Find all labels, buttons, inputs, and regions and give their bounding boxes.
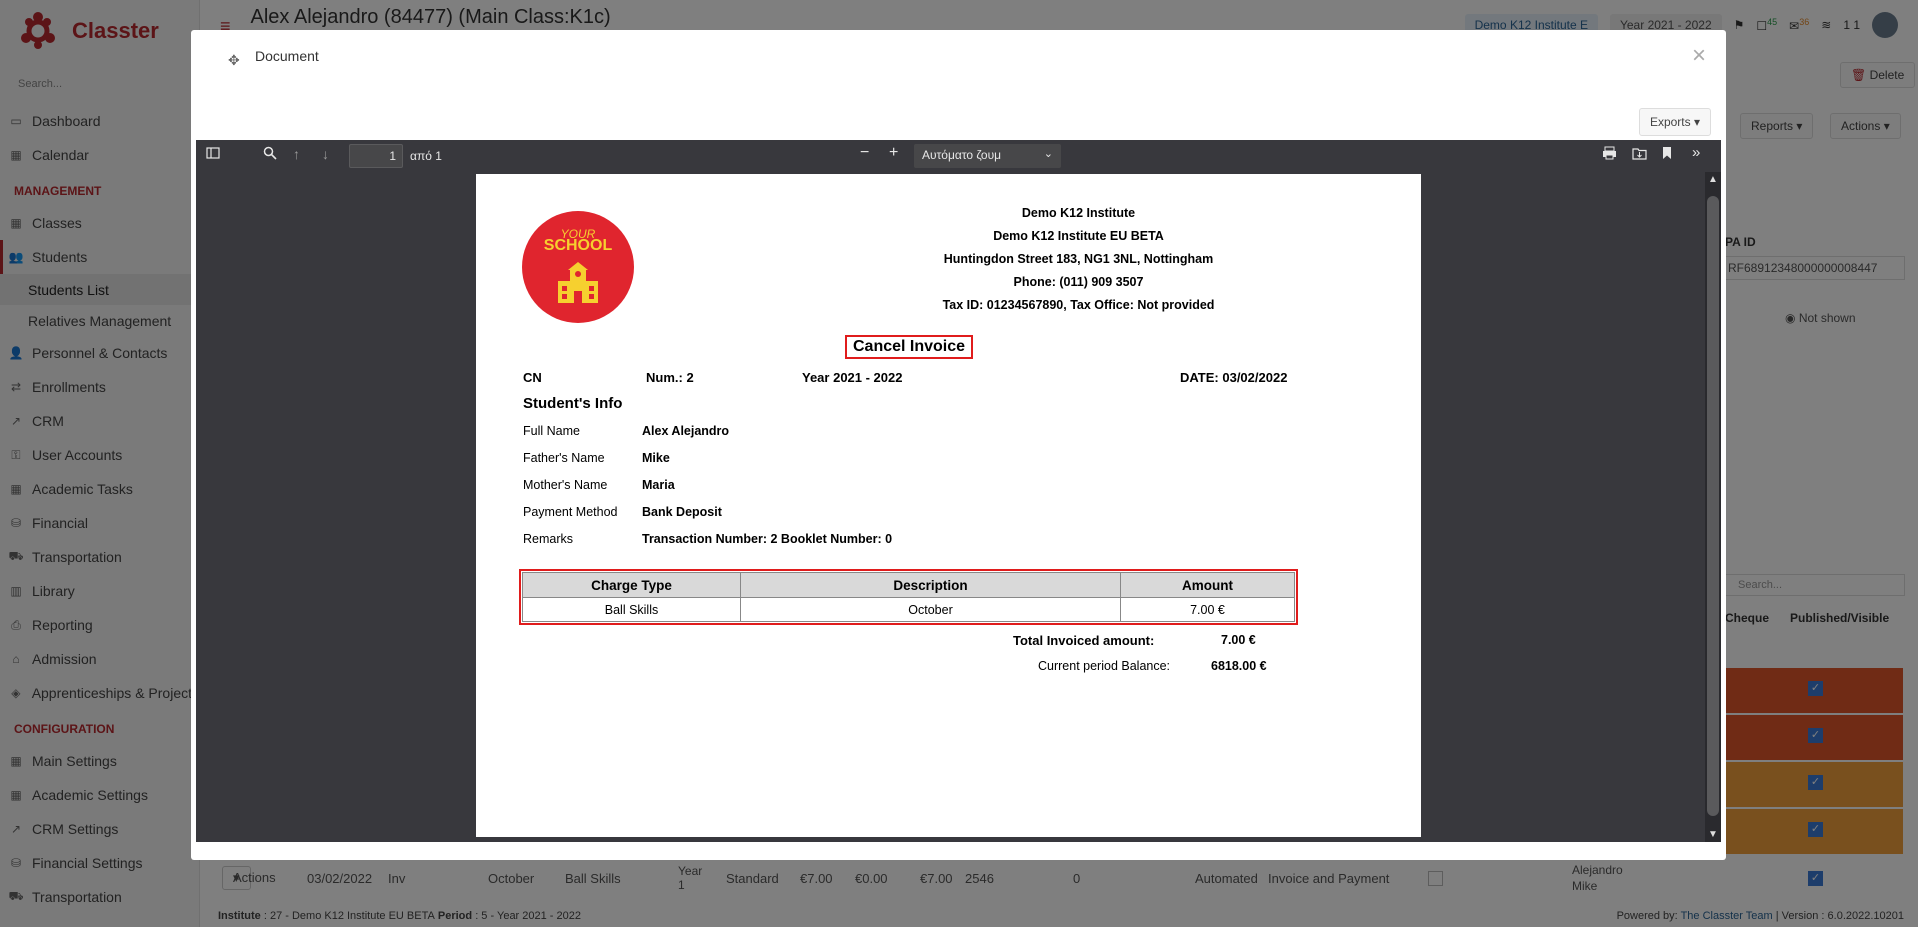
invoice-year: Year 2021 - 2022 bbox=[802, 370, 903, 385]
institute-line-3: Huntingdon Street 183, NG1 3NL, Nottingh… bbox=[943, 252, 1214, 266]
field-value-payment: Bank Deposit bbox=[642, 505, 722, 519]
field-label-full-name: Full Name bbox=[523, 424, 580, 438]
field-label-mother: Mother's Name bbox=[523, 478, 608, 492]
cell-amount: 7.00 € bbox=[1120, 597, 1295, 622]
field-value-full-name: Alex Alejandro bbox=[642, 424, 730, 438]
modal-header: ✥ Document × bbox=[191, 30, 1726, 120]
chevron-down-icon: ⌄ bbox=[1043, 148, 1053, 160]
col-description: Description bbox=[740, 572, 1121, 598]
field-label-remarks: Remarks bbox=[523, 532, 574, 546]
field-value-mother: Maria bbox=[642, 478, 675, 492]
page-number-input[interactable]: 1 bbox=[349, 144, 403, 168]
cell-description: October bbox=[740, 597, 1121, 622]
balance-value: 6818.00 € bbox=[1211, 659, 1267, 673]
page-count: από 1 bbox=[410, 149, 442, 163]
sidebar-toggle-icon[interactable] bbox=[206, 146, 220, 163]
exports-button[interactable]: Exports ▾ bbox=[1638, 108, 1711, 136]
zoom-out-icon[interactable]: − bbox=[860, 144, 869, 162]
student-info-title: Student's Info bbox=[523, 395, 623, 412]
field-value-father: Mike bbox=[642, 451, 670, 465]
close-icon[interactable]: × bbox=[1692, 42, 1706, 70]
scroll-down-icon[interactable]: ▼ bbox=[1708, 829, 1718, 840]
previous-page-icon[interactable]: ↑ bbox=[293, 146, 300, 162]
zoom-in-icon[interactable]: + bbox=[889, 144, 898, 162]
charges-table: Charge Type Description Amount Ball Skil… bbox=[519, 569, 1298, 625]
pdf-toolbar: ↑ ↓ 1 από 1 − + Αυτόματο ζουμ ⌄ » bbox=[196, 140, 1721, 172]
balance-label: Current period Balance: bbox=[1038, 659, 1171, 673]
zoom-select[interactable]: Αυτόματο ζουμ ⌄ bbox=[914, 144, 1061, 168]
field-label-father: Father's Name bbox=[523, 451, 605, 465]
move-icon[interactable]: ✥ bbox=[228, 52, 240, 69]
search-icon[interactable] bbox=[263, 146, 277, 163]
school-building-icon bbox=[558, 262, 598, 303]
cell-charge-type: Ball Skills bbox=[522, 597, 741, 622]
scrollbar-thumb[interactable] bbox=[1707, 196, 1719, 816]
col-charge-type: Charge Type bbox=[522, 572, 741, 598]
field-value-remarks: Transaction Number: 2 Booklet Number: 0 bbox=[642, 532, 893, 546]
exports-label: Exports bbox=[1649, 115, 1691, 129]
invoice-date: DATE: 03/02/2022 bbox=[1180, 370, 1288, 385]
scroll-up-icon[interactable]: ▲ bbox=[1708, 174, 1718, 185]
tools-menu-icon[interactable]: » bbox=[1692, 144, 1700, 161]
total-value: 7.00 € bbox=[1221, 633, 1256, 647]
invoice-series: CN bbox=[523, 370, 542, 385]
next-page-icon[interactable]: ↓ bbox=[322, 146, 329, 162]
modal-title: Document bbox=[255, 48, 319, 64]
institute-line-4: Phone: (011) 909 3507 bbox=[1013, 275, 1144, 289]
table-row: Ball Skills October 7.00 € bbox=[522, 597, 1295, 622]
col-amount: Amount bbox=[1120, 572, 1295, 598]
save-icon[interactable] bbox=[1632, 146, 1647, 163]
institute-line-1: Demo K12 Institute bbox=[1021, 206, 1136, 220]
school-logo: YOUR SCHOOL bbox=[522, 211, 634, 323]
scrollbar[interactable]: ▲ ▼ bbox=[1705, 172, 1721, 842]
institute-line-2: Demo K12 Institute EU BETA bbox=[993, 229, 1164, 243]
field-label-payment: Payment Method bbox=[523, 505, 618, 519]
invoice-page: YOUR SCHOOL Demo K12 Institute Demo K12 … bbox=[476, 174, 1421, 837]
school-logo-line2: SCHOOL bbox=[543, 237, 613, 254]
institute-line-5: Tax ID: 01234567890, Tax Office: Not pro… bbox=[942, 298, 1215, 312]
document-title: Cancel Invoice bbox=[845, 335, 974, 359]
zoom-value: Αυτόματο ζουμ bbox=[922, 148, 1002, 162]
bookmark-icon[interactable] bbox=[1662, 146, 1672, 163]
invoice-number: Num.: 2 bbox=[646, 370, 694, 385]
print-icon[interactable] bbox=[1602, 146, 1617, 163]
total-label: Total Invoiced amount: bbox=[1013, 633, 1155, 648]
